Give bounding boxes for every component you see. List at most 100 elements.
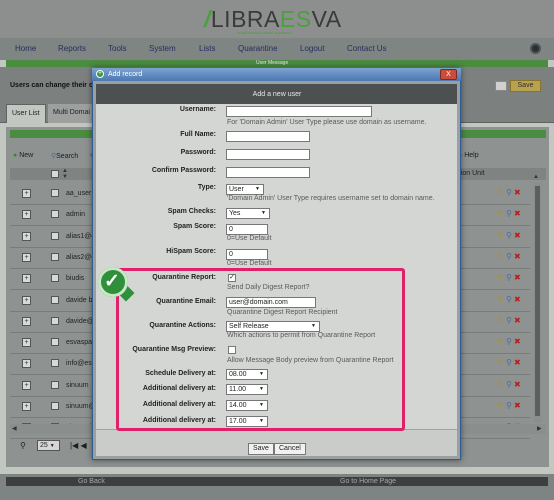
expand-row-icon[interactable]: +: [22, 380, 31, 390]
nav-item-system[interactable]: System: [149, 44, 176, 53]
delete-icon[interactable]: ✖: [514, 316, 521, 325]
expand-row-icon[interactable]: +: [22, 189, 31, 198]
scroll-up-icon[interactable]: ▲: [533, 174, 539, 180]
expand-row-icon[interactable]: +: [22, 338, 31, 348]
delete-icon[interactable]: ✖: [514, 252, 521, 261]
search-button[interactable]: ⚲Search: [51, 152, 78, 160]
row-checkbox[interactable]: [51, 380, 59, 389]
settings-gear-icon[interactable]: [530, 43, 541, 54]
nav-item-quarantine[interactable]: Quarantine: [238, 44, 278, 53]
tab-user-list[interactable]: User List: [6, 104, 46, 123]
search-icon[interactable]: ⚲: [506, 380, 512, 389]
search-icon[interactable]: ⚲: [506, 273, 512, 282]
edit-icon[interactable]: ✎: [497, 337, 504, 346]
row-actions: ✎ ⚲ ✖: [497, 401, 521, 410]
expand-row-icon[interactable]: +: [22, 316, 31, 326]
row-checkbox[interactable]: [51, 252, 59, 261]
edit-icon[interactable]: ✎: [497, 295, 504, 304]
edit-icon[interactable]: ✎: [497, 358, 504, 367]
row-checkbox[interactable]: [51, 338, 59, 347]
search-icon[interactable]: ⚲: [506, 401, 512, 410]
page-size-select[interactable]: 25 ▼: [37, 440, 60, 451]
row-checkbox[interactable]: [51, 210, 59, 219]
search-icon[interactable]: ⚲: [506, 337, 512, 346]
expand-row-icon[interactable]: +: [22, 295, 31, 305]
nav-item-logout[interactable]: Logout: [300, 44, 324, 53]
edit-icon[interactable]: ✎: [497, 188, 504, 197]
cancel-button[interactable]: Cancel: [274, 443, 306, 455]
full-name-label: Full Name:: [180, 131, 216, 138]
settings-select[interactable]: [495, 81, 507, 91]
delete-icon[interactable]: ✖: [514, 209, 521, 218]
sort-icon[interactable]: ▲ ▼: [62, 168, 68, 180]
delete-icon[interactable]: ✖: [514, 337, 521, 346]
row-checkbox[interactable]: [51, 295, 59, 304]
delete-icon[interactable]: ✖: [514, 231, 521, 240]
row-checkbox[interactable]: [51, 316, 59, 325]
edit-icon[interactable]: ✎: [497, 231, 504, 240]
row-checkbox[interactable]: [51, 274, 59, 283]
save-button[interactable]: Save: [248, 443, 274, 455]
expand-row-icon[interactable]: +: [22, 402, 31, 411]
row-checkbox[interactable]: [51, 189, 59, 197]
first-page-icon[interactable]: |◀ ◀: [70, 441, 87, 450]
delete-icon[interactable]: ✖: [514, 295, 521, 304]
help-button[interactable]: ● Help: [458, 152, 479, 159]
row-checkbox[interactable]: [51, 359, 59, 368]
nav-item-tools[interactable]: Tools: [108, 44, 127, 53]
edit-icon[interactable]: ✎: [497, 380, 504, 389]
go-home-link[interactable]: Go to Home Page: [340, 478, 396, 485]
row-checkbox[interactable]: [51, 402, 59, 410]
row-checkbox[interactable]: [51, 231, 59, 240]
pager-search-icon[interactable]: ⚲: [20, 441, 26, 450]
new-button[interactable]: ● New: [13, 152, 33, 159]
expand-row-icon[interactable]: +: [22, 210, 31, 220]
close-icon[interactable]: X: [440, 69, 457, 80]
nav-item-lists[interactable]: Lists: [199, 44, 215, 53]
password-input[interactable]: [226, 149, 310, 160]
search-icon[interactable]: ⚲: [506, 231, 512, 240]
edit-icon[interactable]: ✎: [497, 273, 504, 282]
confirm-password-input[interactable]: [226, 167, 310, 178]
row-username: sinuum: [66, 381, 89, 389]
hispam-score-input[interactable]: 0: [226, 249, 268, 260]
search-icon[interactable]: ⚲: [506, 316, 512, 325]
nav-item-home[interactable]: Home: [15, 44, 36, 53]
row-username: biudis: [66, 275, 85, 283]
delete-icon[interactable]: ✖: [514, 401, 521, 410]
username-input[interactable]: [226, 106, 372, 117]
go-back-link[interactable]: Go Back: [78, 478, 105, 485]
delete-icon[interactable]: ✖: [514, 358, 521, 367]
nav-item-reports[interactable]: Reports: [58, 44, 86, 53]
nav-item-contact-us[interactable]: Contact Us: [347, 44, 387, 53]
expand-row-icon[interactable]: +: [22, 252, 31, 262]
delete-icon[interactable]: ✖: [514, 188, 521, 197]
search-icon[interactable]: ⚲: [506, 295, 512, 304]
row-actions: ✎ ⚲ ✖: [497, 209, 521, 218]
scrollbar-thumb[interactable]: [535, 186, 540, 416]
expand-row-icon[interactable]: +: [22, 359, 31, 369]
edit-icon[interactable]: ✎: [497, 209, 504, 218]
scroll-right-icon[interactable]: ▶: [537, 425, 542, 432]
type-hint: 'Domain Admin' User Type requires userna…: [227, 195, 435, 202]
scroll-left-icon[interactable]: ◀: [12, 425, 17, 432]
edit-icon[interactable]: ✎: [497, 316, 504, 325]
header-checkbox[interactable]: [51, 170, 59, 178]
search-icon[interactable]: ⚲: [506, 188, 512, 197]
search-icon[interactable]: ⚲: [506, 209, 512, 218]
search-icon[interactable]: ⚲: [506, 252, 512, 261]
full-name-input[interactable]: [226, 131, 310, 142]
tab-multi-domain[interactable]: Multi Domai: [48, 104, 95, 123]
expand-row-icon[interactable]: +: [22, 274, 31, 284]
search-icon[interactable]: ⚲: [506, 358, 512, 367]
type-select[interactable]: User ▼: [226, 184, 264, 195]
expand-row-icon[interactable]: +: [22, 231, 31, 241]
delete-icon[interactable]: ✖: [514, 273, 521, 282]
spam-score-input[interactable]: 0: [226, 224, 268, 235]
dialog-titlebar[interactable]: [92, 68, 461, 81]
edit-icon[interactable]: ✎: [497, 401, 504, 410]
spam-checks-select[interactable]: Yes ▼: [226, 208, 270, 219]
chevron-down-icon: ▼: [49, 443, 55, 449]
delete-icon[interactable]: ✖: [514, 380, 521, 389]
edit-icon[interactable]: ✎: [497, 252, 504, 261]
